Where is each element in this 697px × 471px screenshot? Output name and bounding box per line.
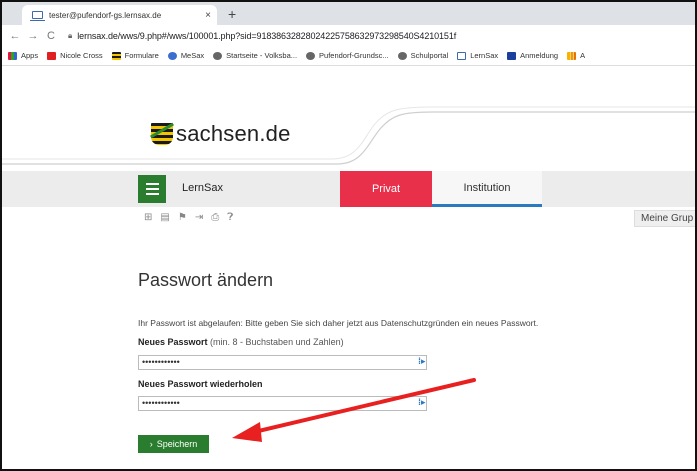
save-button-label: Speichern — [156, 439, 198, 449]
repeat-password-label: Neues Passwort wiederholen — [138, 379, 263, 389]
save-button[interactable]: › Speichern — [138, 435, 209, 453]
laptop-icon — [457, 51, 467, 60]
web-page: sachsen.de LernSax Privat Institution ⊞ … — [2, 67, 695, 469]
bookmark-volksbank[interactable]: Startseite - Volksba... — [213, 51, 297, 60]
app-name: LernSax — [182, 182, 223, 194]
site-header: sachsen.de — [2, 67, 695, 167]
print-icon[interactable]: ⎙ — [211, 212, 219, 223]
tab-title: tester@pufendorf-gs.lernsax.de — [49, 10, 162, 20]
mesax-icon — [167, 51, 177, 60]
new-password-label-text: Neues Passwort — [138, 337, 208, 347]
youtube-icon — [47, 51, 57, 60]
export-icon[interactable]: ⇥ — [195, 212, 203, 223]
bookmark-mesax[interactable]: MeSax — [167, 51, 204, 60]
screenshot-frame: tester@pufendorf-gs.lernsax.de × + ← → C… — [0, 0, 697, 471]
bookmark-apps[interactable]: Apps — [8, 51, 38, 60]
menu-line — [145, 193, 159, 195]
repeat-password-label-text: Neues Passwort wiederholen — [138, 379, 263, 389]
address-bar[interactable]: lernsax.de/wws/9.php#/wws/100001.php?sid… — [77, 31, 456, 41]
menu-line — [145, 188, 159, 190]
header-swoosh-graphic — [2, 106, 695, 165]
tab-institution[interactable]: Institution — [432, 171, 542, 207]
expired-password-notice: Ihr Passwort ist abgelaufen: Bitte geben… — [138, 318, 539, 328]
page-title: Passwort ändern — [138, 270, 274, 290]
password-manager-icon[interactable]: ⁞▸ — [418, 356, 426, 367]
globe-icon — [397, 51, 407, 60]
eu-flag-icon — [507, 51, 517, 60]
notes-icon[interactable]: ▤ — [160, 212, 169, 223]
sachsen-logo[interactable]: sachsen.de — [151, 121, 291, 147]
globe-icon — [213, 51, 223, 60]
browser-tab-strip: tester@pufendorf-gs.lernsax.de × + — [2, 2, 695, 25]
my-groups-dropdown[interactable]: Meine Grup — [634, 210, 695, 227]
browser-navbar: ← → C 🔒︎ lernsax.de/wws/9.php#/wws/10000… — [2, 25, 695, 46]
back-arrow-icon[interactable]: ← — [6, 30, 24, 42]
password-manager-icon[interactable]: ⁞▸ — [418, 397, 426, 408]
main-menu-bar: LernSax Privat Institution — [2, 171, 695, 207]
bar-chart-icon — [567, 51, 577, 60]
bookmark-nicole-cross[interactable]: Nicole Cross — [47, 51, 103, 60]
new-password-field[interactable]: •••••••••••• — [138, 355, 427, 370]
chevron-right-icon: › — [149, 439, 153, 449]
help-icon[interactable]: ❓︎ — [227, 212, 233, 223]
bookmark-lernsax[interactable]: LernSax — [457, 51, 498, 60]
apps-grid-icon — [8, 51, 17, 60]
bookmarks-bar: Apps Nicole Cross Formulare MeSax Starts… — [2, 46, 695, 66]
bookmark-schulportal[interactable]: Schulportal — [397, 51, 448, 60]
bookmark-pufendorf[interactable]: Pufendorf-Grundsc... — [306, 51, 389, 60]
reload-icon[interactable]: C — [42, 30, 60, 42]
toolbar-icons: ⊞ ▤ ⚑ ⇥ ⎙ ❓︎ — [144, 212, 233, 223]
saxony-coat-of-arms-icon — [151, 123, 173, 145]
sitemap-icon[interactable]: ⊞ — [144, 212, 152, 223]
tab-close-button[interactable]: × — [199, 10, 217, 21]
stripes-icon — [111, 51, 121, 60]
bookmark-formulare[interactable]: Formulare — [111, 51, 159, 60]
browser-tab[interactable]: tester@pufendorf-gs.lernsax.de × — [22, 5, 217, 25]
hamburger-menu-button[interactable] — [138, 175, 166, 203]
new-password-label: Neues Passwort (min. 8 - Buchstaben und … — [138, 337, 344, 347]
forward-arrow-icon[interactable]: → — [24, 30, 42, 42]
new-tab-button[interactable]: + — [228, 5, 236, 23]
bookmark-anmeldung[interactable]: Anmeldung — [507, 51, 558, 60]
bookmark-icon[interactable]: ⚑ — [178, 212, 187, 223]
new-password-hint: (min. 8 - Buchstaben und Zahlen) — [207, 337, 344, 347]
lock-icon[interactable]: 🔒︎ — [68, 31, 72, 41]
globe-icon — [306, 51, 316, 60]
laptop-icon — [30, 11, 45, 21]
bookmark-analytics[interactable]: A — [567, 51, 585, 60]
brand-text: sachsen.de — [176, 121, 291, 146]
tab-privat[interactable]: Privat — [340, 171, 432, 207]
repeat-password-field[interactable]: •••••••••••• — [138, 396, 427, 411]
menu-line — [145, 183, 159, 185]
